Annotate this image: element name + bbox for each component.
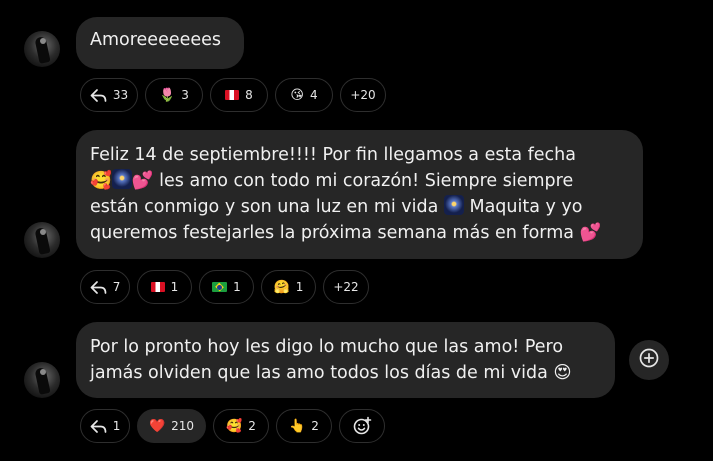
reaction-row: 1 ❤️ 210 🥰 2 👆 2 — [80, 409, 385, 443]
more-reactions-count: +20 — [350, 88, 376, 102]
reaction-count: 1 — [170, 280, 179, 294]
add-reaction-button[interactable] — [339, 409, 385, 443]
add-circle-icon — [638, 347, 660, 373]
two-hearts-emoji: 💕 — [131, 171, 154, 191]
message-text-line: queremos festejarles la próxima semana m… — [90, 220, 629, 246]
reply-count-chip[interactable]: 1 — [80, 409, 130, 443]
two-hearts-emoji: 💕 — [579, 223, 602, 243]
message-text-fragment: les amo con todo mi corazón! Siempre sie… — [153, 171, 574, 191]
more-reactions-chip[interactable]: +20 — [340, 78, 386, 112]
reaction-chip[interactable]: 🥰 2 — [213, 409, 269, 443]
tulip-emoji: 🌷 — [159, 87, 176, 103]
add-reaction-icon — [352, 416, 372, 436]
message-text-line: Feliz 14 de septiembre!!!! Por fin llega… — [90, 145, 576, 165]
fireworks-emoji — [111, 169, 132, 189]
avatar[interactable] — [24, 222, 60, 258]
reply-arrow-icon — [90, 280, 107, 294]
message-bubble[interactable]: Feliz 14 de septiembre!!!! Por fin llega… — [76, 130, 643, 259]
add-circle-button[interactable] — [629, 340, 669, 380]
reaction-chip[interactable]: 🌷 3 — [145, 78, 203, 112]
message-bubble[interactable]: Amoreeeeeees — [76, 17, 244, 69]
red-heart-emoji: ❤️ — [148, 418, 166, 434]
message-text-fragment: están conmigo y son una luz en mi vida — [90, 197, 444, 217]
reaction-count: 4 — [309, 88, 318, 102]
reply-count: 1 — [112, 419, 121, 433]
more-reactions-chip[interactable]: +22 — [323, 270, 369, 304]
reaction-chip[interactable]: 😘 4 — [275, 78, 333, 112]
avatar[interactable] — [24, 362, 60, 398]
message-text-line: jamás olviden que las amo todos los días… — [90, 363, 572, 383]
reaction-count: 3 — [181, 88, 189, 102]
fireworks-emoji — [443, 195, 464, 215]
message-text-line: están conmigo y son una luz en mi vida M… — [90, 194, 629, 220]
smiling-hearts-emoji: 🥰 — [226, 418, 243, 434]
more-reactions-count: +22 — [333, 280, 359, 294]
flag-peru-icon — [150, 282, 165, 292]
reaction-count: 2 — [248, 419, 256, 433]
smiling-hearts-emoji: 🥰 — [90, 171, 112, 191]
reaction-chip[interactable]: 🤗 1 — [261, 270, 316, 304]
pointing-up-emoji: 👆 — [289, 418, 306, 434]
message-text: Amoreeeeeees — [90, 30, 222, 50]
reply-count-chip[interactable]: 33 — [80, 78, 138, 112]
kissing-face-emoji: 😘 — [290, 87, 304, 103]
reaction-chip[interactable]: 8 — [210, 78, 268, 112]
reply-count: 33 — [112, 88, 129, 102]
reply-arrow-icon — [90, 88, 107, 102]
reaction-count: 1 — [233, 280, 241, 294]
flag-brazil-icon — [212, 282, 228, 292]
reaction-count: 8 — [245, 88, 253, 102]
reply-count: 7 — [112, 280, 121, 294]
reaction-chip[interactable]: 👆 2 — [276, 409, 332, 443]
reaction-row: 33 🌷 3 8 😘 4 +20 — [80, 78, 386, 112]
message-text-fragment: queremos festejarles la próxima semana m… — [90, 223, 580, 243]
reaction-count: 1 — [295, 280, 304, 294]
flag-peru-icon — [225, 90, 240, 100]
hugging-face-emoji: 🤗 — [273, 279, 290, 295]
message-text-fragment: Maquita y yo — [463, 197, 583, 217]
message-bubble[interactable]: Por lo pronto hoy les digo lo mucho que … — [76, 322, 615, 398]
reaction-row: 7 1 1 🤗 1 +22 — [80, 270, 369, 304]
message-text-line: Por lo pronto hoy les digo lo mucho que … — [90, 337, 564, 357]
reaction-count: 2 — [311, 419, 319, 433]
avatar[interactable] — [24, 31, 60, 67]
reaction-chip[interactable]: 1 — [199, 270, 254, 304]
message-text-line: 🥰 💕 les amo con todo mi corazón! Siempre … — [90, 168, 629, 194]
reaction-chip-selected[interactable]: ❤️ 210 — [137, 409, 206, 443]
reaction-chip[interactable]: 1 — [137, 270, 192, 304]
reply-count-chip[interactable]: 7 — [80, 270, 130, 304]
reply-arrow-icon — [90, 419, 107, 433]
reaction-count: 210 — [171, 419, 195, 433]
